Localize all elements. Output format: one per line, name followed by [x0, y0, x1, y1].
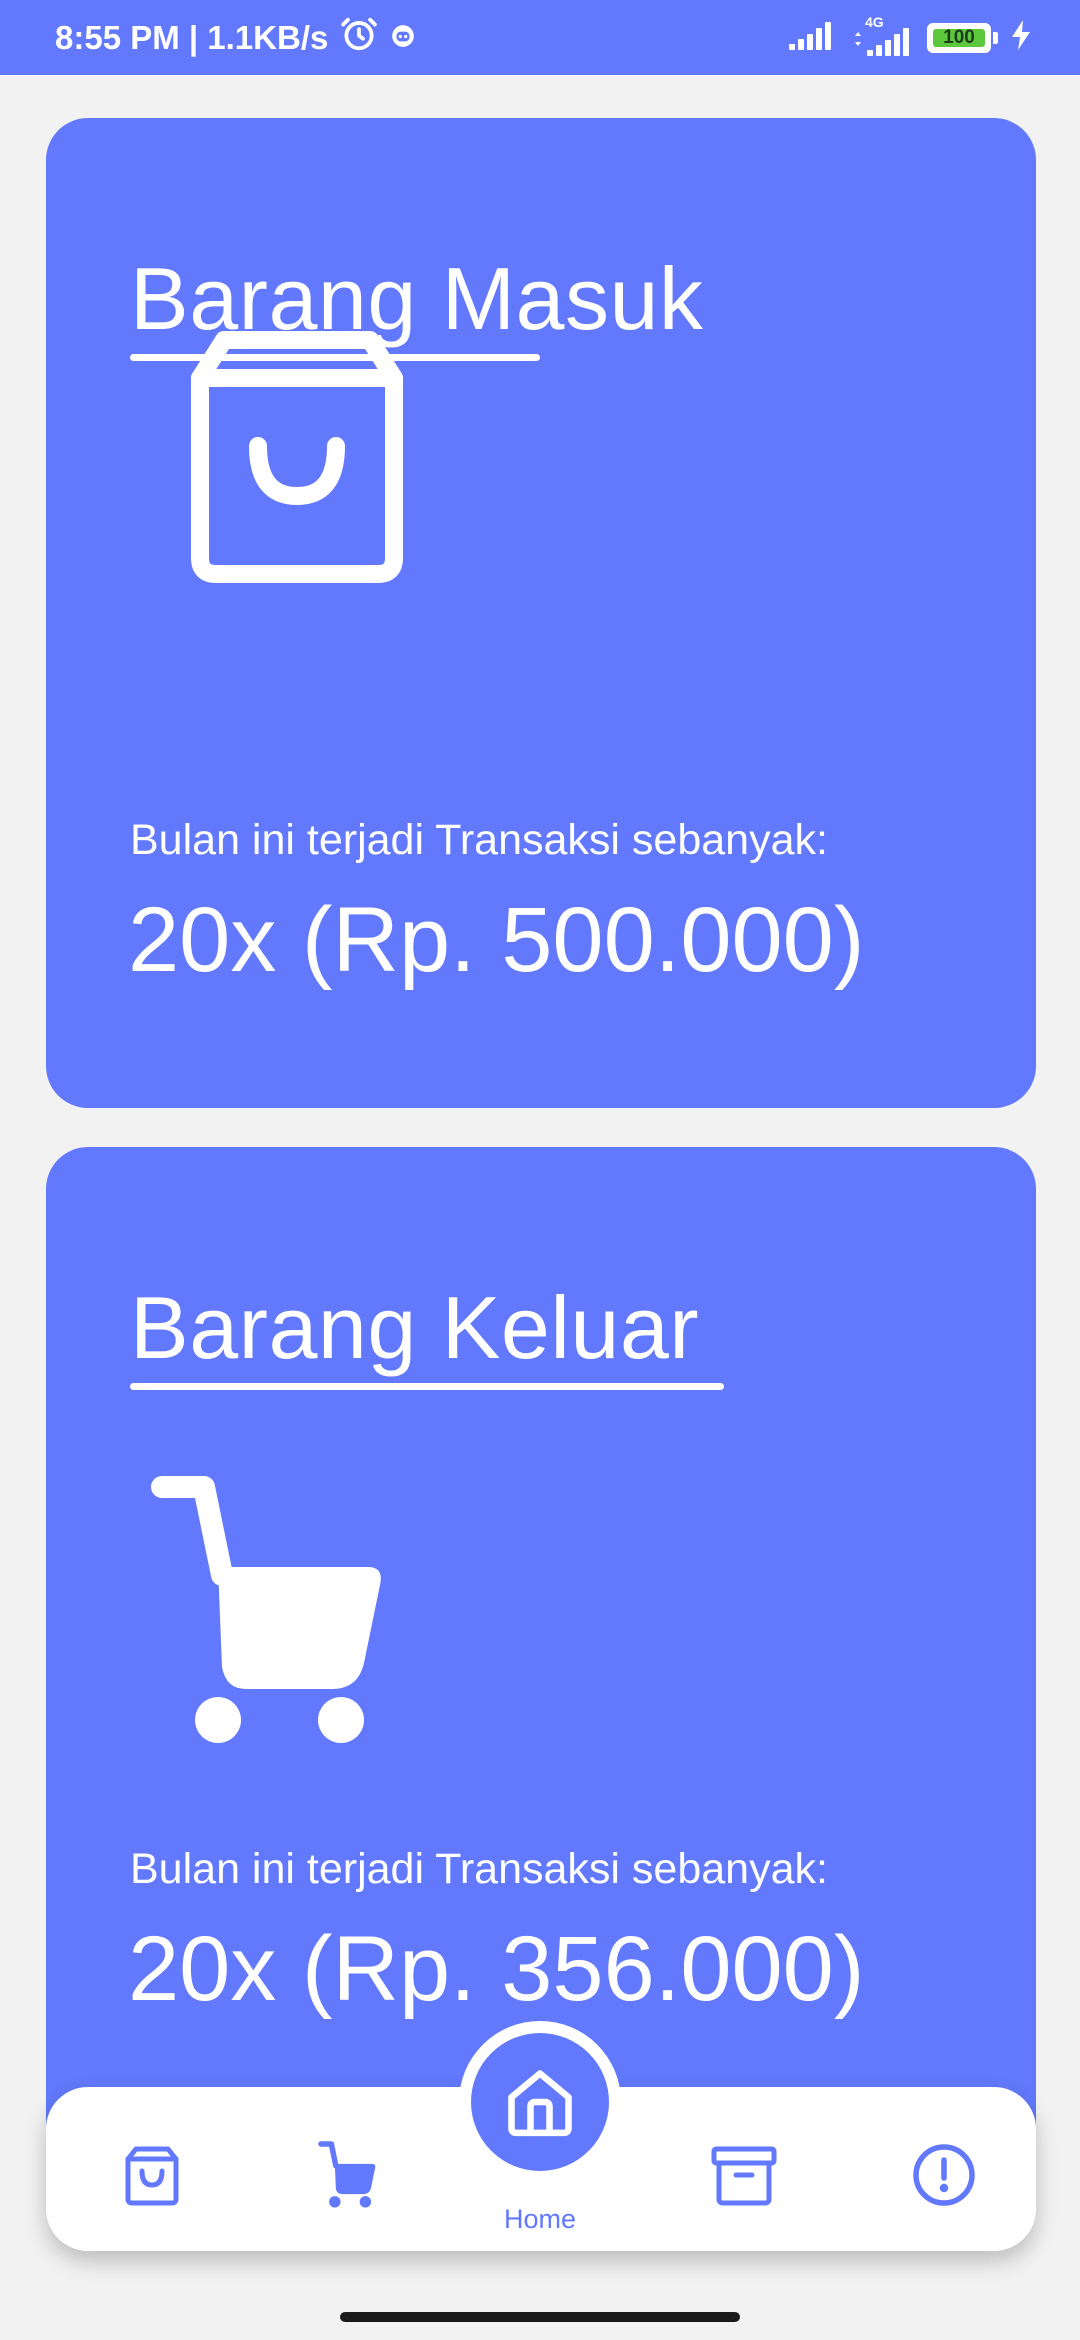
nav-info[interactable]: [908, 2139, 980, 2211]
status-left: 8:55 PM | 1.1KB/s: [55, 15, 416, 61]
nav-stock[interactable]: [708, 2139, 780, 2211]
nav-barang-masuk[interactable]: [116, 2139, 188, 2211]
shopping-cart-icon: [318, 2141, 376, 2208]
home-label: Home: [503, 2204, 577, 2234]
gesture-bar[interactable]: [340, 2312, 740, 2322]
status-bar: 8:55 PM | 1.1KB/s 4G 100: [0, 0, 1080, 75]
alarm-icon: [340, 15, 378, 61]
home-button[interactable]: [471, 2033, 609, 2171]
card-value: 20x (Rp. 356.000): [128, 1918, 865, 2020]
card-value: 20x (Rp. 500.000): [128, 889, 865, 991]
archive-icon: [711, 2146, 777, 2206]
charging-icon: [1010, 20, 1032, 55]
battery-level: 100: [943, 26, 975, 48]
nav-barang-keluar[interactable]: [311, 2139, 383, 2211]
title-underline: [130, 1383, 724, 1390]
signal-4g-icon: 4G: [853, 14, 915, 56]
alert-circle-icon: [913, 2144, 975, 2206]
shopping-bag-icon: [125, 2146, 179, 2206]
card-caption: Bulan ini terjadi Transaksi sebanyak:: [130, 1845, 828, 1893]
card-caption: Bulan ini terjadi Transaksi sebanyak:: [130, 816, 828, 864]
nav-home[interactable]: [459, 2021, 621, 2183]
signal-icon: [789, 20, 841, 55]
home-icon: [508, 2070, 572, 2137]
barang-masuk-card[interactable]: Barang Masuk Bulan ini terjadi Transaksi…: [46, 118, 1036, 1108]
battery-icon: 100: [927, 22, 991, 53]
shopping-cart-icon: [142, 1467, 392, 1762]
notification-icon: [390, 19, 416, 57]
status-right: 4G 100: [789, 14, 1032, 56]
card-title: Barang Keluar: [130, 1278, 700, 1377]
bottom-navigation: Home: [46, 2021, 1036, 2251]
status-time-speed: 8:55 PM | 1.1KB/s: [55, 18, 329, 56]
shopping-bag-icon: [142, 298, 452, 613]
battery-cap: [993, 31, 998, 44]
